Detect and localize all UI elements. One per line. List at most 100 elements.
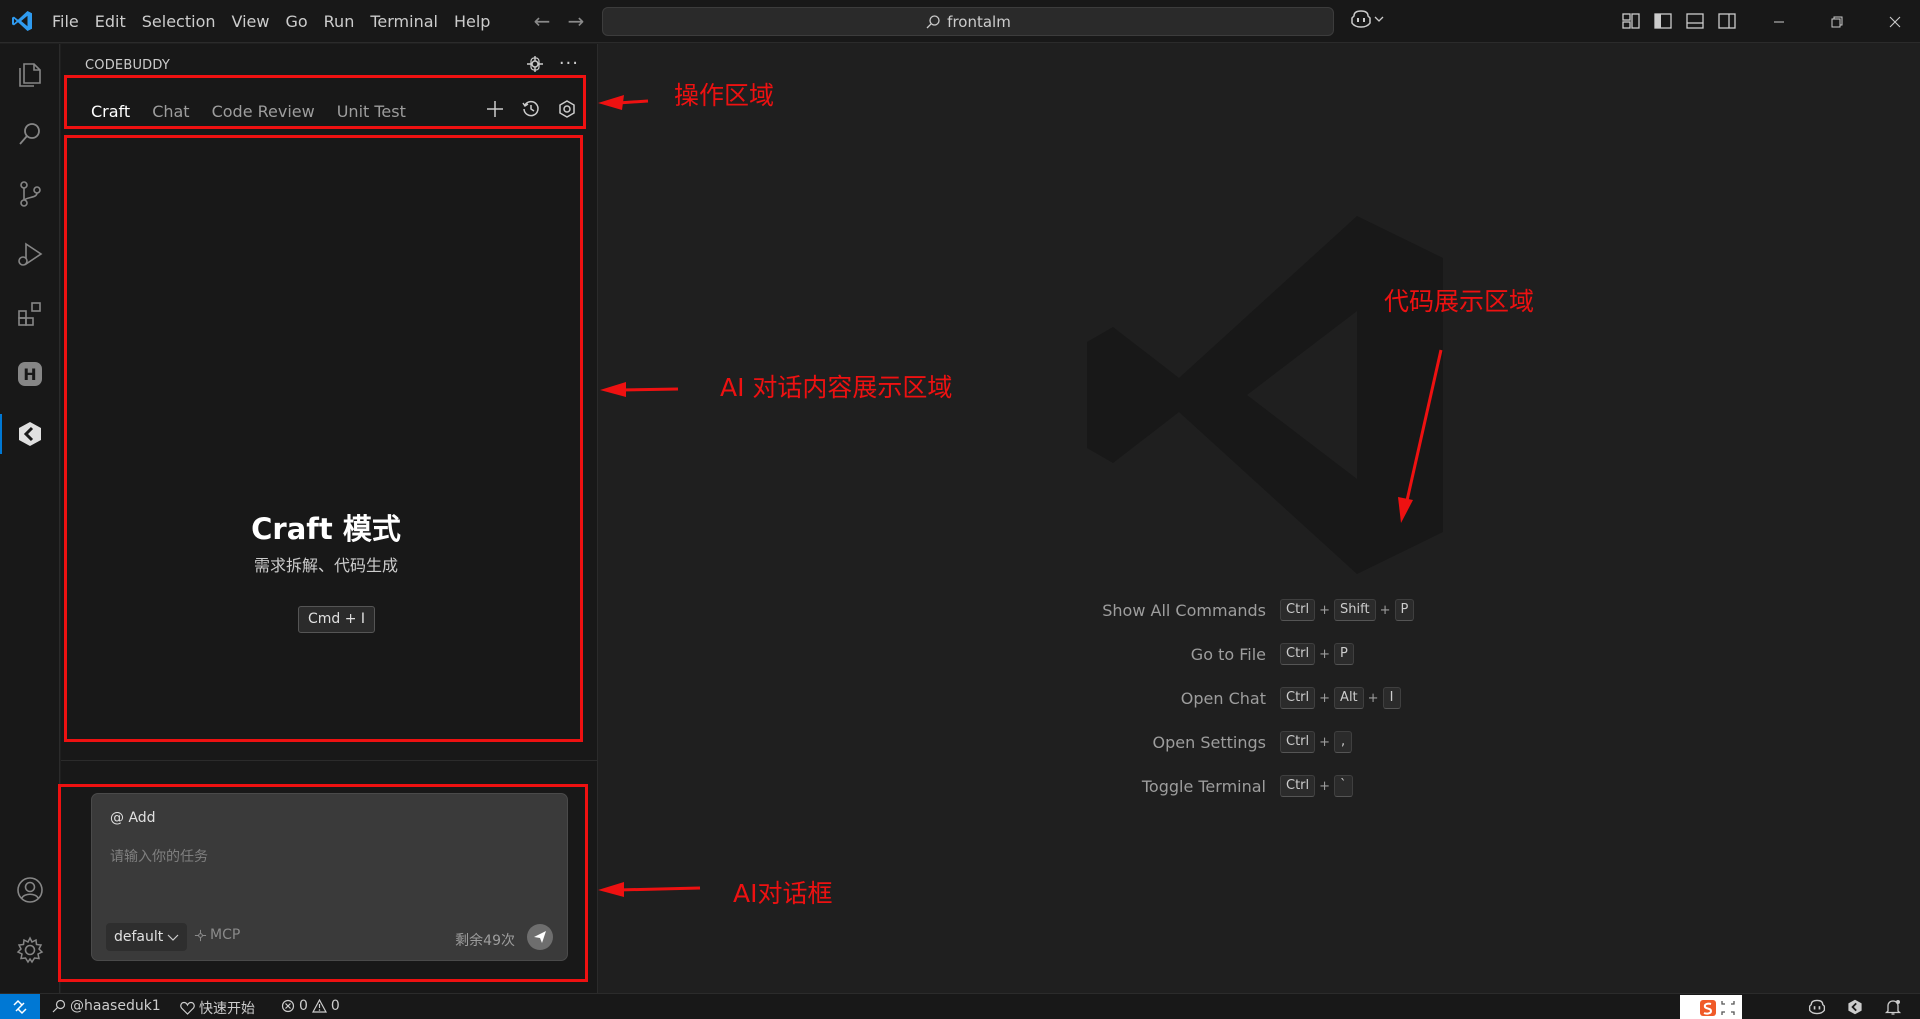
restore-icon <box>1831 16 1843 27</box>
account-status[interactable]: @haaseduk1 <box>52 998 161 1014</box>
codebuddy-icon <box>19 422 41 446</box>
files-icon <box>19 63 41 87</box>
menu-edit[interactable]: Edit <box>87 0 134 43</box>
h-extension-button[interactable]: H <box>0 350 60 398</box>
annotation-operation-area-box <box>64 75 586 129</box>
annotation-chat-content-label: AI 对话内容展示区域 <box>720 373 953 402</box>
menu-go[interactable]: Go <box>277 0 315 43</box>
forward-arrow-icon[interactable]: → <box>564 8 588 34</box>
key: P <box>1394 599 1415 621</box>
shortcut-toggle-terminal[interactable]: Toggle Terminal Ctrl + ` <box>599 775 1920 799</box>
editor-area: Show All Commands Ctrl + Shift + P Go to F… <box>599 44 1920 993</box>
shortcut-label: Open Chat <box>1180 689 1266 708</box>
copilot-icon <box>1351 10 1371 28</box>
notifications-bell-icon[interactable] <box>1884 998 1902 1016</box>
gear-icon <box>16 936 44 964</box>
sogou-ime-icon <box>1700 1000 1735 1016</box>
toggle-panel-icon[interactable] <box>1684 10 1706 32</box>
menu-help[interactable]: Help <box>446 0 498 43</box>
search-icon <box>19 123 40 145</box>
shortcut-open-chat[interactable]: Open Chat Ctrl + Alt + I <box>599 687 1920 711</box>
minimize-icon <box>1774 21 1784 22</box>
key: P <box>1334 643 1354 665</box>
annotation-chat-box-label: AI对话框 <box>733 879 833 908</box>
window-controls <box>1750 0 1920 43</box>
shortcut-label: Show All Commands <box>1102 601 1266 620</box>
title-bar: File Edit Selection View Go Run Terminal… <box>0 0 1920 43</box>
error-count: 0 <box>299 998 308 1014</box>
key: Ctrl <box>1280 687 1316 709</box>
warning-count: 0 <box>330 998 340 1014</box>
vscode-logo-icon <box>12 11 32 31</box>
annotation-code-display-label: 代码展示区域 <box>1384 287 1535 316</box>
more-actions-icon[interactable]: ··· <box>559 55 579 73</box>
run-debug-icon <box>18 242 43 266</box>
quick-start-label: 快速开始 <box>199 1001 255 1017</box>
menu-run[interactable]: Run <box>316 0 363 43</box>
sidebar-actions: ··· <box>525 54 579 74</box>
close-button[interactable] <box>1866 0 1920 43</box>
remote-icon <box>13 999 27 1015</box>
manage-settings-button[interactable] <box>0 926 60 974</box>
vscode-watermark-icon <box>1087 216 1443 574</box>
back-arrow-icon[interactable]: ← <box>530 8 554 34</box>
copilot-status-icon[interactable] <box>1808 998 1826 1016</box>
command-center-search[interactable]: frontalm <box>602 7 1334 36</box>
navigation-arrows: ← → <box>530 8 588 34</box>
status-bar: @haaseduk1 快速开始 0 0 <box>0 993 1920 1019</box>
move-view-icon[interactable] <box>525 54 545 74</box>
source-control-icon <box>20 181 41 207</box>
account-name: @haaseduk1 <box>70 998 161 1014</box>
codebuddy-status-icon[interactable] <box>1846 998 1864 1016</box>
extensions-button[interactable] <box>0 290 60 338</box>
shortcut-label: Go to File <box>1190 645 1266 664</box>
key: I <box>1382 687 1401 709</box>
restore-button[interactable] <box>1808 0 1866 43</box>
h-logo-icon: H <box>18 362 42 386</box>
quick-start-button[interactable]: 快速开始 <box>180 998 255 1018</box>
menu-view[interactable]: View <box>224 0 278 43</box>
shortcut-open-settings[interactable]: Open Settings Ctrl + , <box>599 731 1920 755</box>
accounts-button[interactable] <box>0 866 60 914</box>
command-center-text: frontalm <box>947 12 1011 31</box>
menu-terminal[interactable]: Terminal <box>362 0 446 43</box>
svg-text:H: H <box>23 365 36 384</box>
extensions-icon <box>18 302 41 326</box>
chevron-down-icon <box>1374 16 1384 22</box>
shortcut-label: Open Settings <box>1152 733 1266 752</box>
shortcut-show-all-commands[interactable]: Show All Commands Ctrl + Shift + P <box>599 599 1920 623</box>
key: ` <box>1334 775 1353 797</box>
customize-layout-icon[interactable] <box>1620 10 1642 32</box>
explorer-button[interactable] <box>0 50 60 98</box>
copilot-button[interactable] <box>1350 9 1384 29</box>
activity-bar: H <box>0 44 60 993</box>
problems-status[interactable]: 0 0 <box>281 998 340 1014</box>
key: Ctrl <box>1280 731 1316 753</box>
key: Ctrl <box>1280 599 1316 621</box>
input-method-indicator[interactable] <box>1680 995 1742 1019</box>
codebuddy-button[interactable] <box>0 410 60 458</box>
warning-icon <box>311 999 327 1013</box>
shortcut-go-to-file[interactable]: Go to File Ctrl + P <box>599 643 1920 667</box>
key: Shift <box>1334 599 1376 621</box>
sidebar-title: CODEBUDDY <box>85 58 171 73</box>
menu-bar: File Edit Selection View Go Run Terminal… <box>44 0 498 43</box>
menu-file[interactable]: File <box>44 0 87 43</box>
search-button[interactable] <box>0 110 60 158</box>
sidebar-divider <box>61 760 598 761</box>
toggle-primary-sidebar-icon[interactable] <box>1652 10 1674 32</box>
run-debug-button[interactable] <box>0 230 60 278</box>
minimize-button[interactable] <box>1750 0 1808 43</box>
heart-icon <box>180 1001 195 1015</box>
account-icon <box>17 877 43 903</box>
layout-controls <box>1620 10 1738 32</box>
annotation-chat-content-box <box>64 135 583 742</box>
error-icon <box>281 999 295 1013</box>
shortcut-label: Toggle Terminal <box>1141 777 1266 796</box>
toggle-secondary-sidebar-icon[interactable] <box>1716 10 1738 32</box>
source-control-button[interactable] <box>0 170 60 218</box>
remote-indicator-button[interactable] <box>0 994 40 1019</box>
menu-selection[interactable]: Selection <box>134 0 224 43</box>
search-icon <box>52 999 66 1013</box>
key: Ctrl <box>1280 643 1316 665</box>
